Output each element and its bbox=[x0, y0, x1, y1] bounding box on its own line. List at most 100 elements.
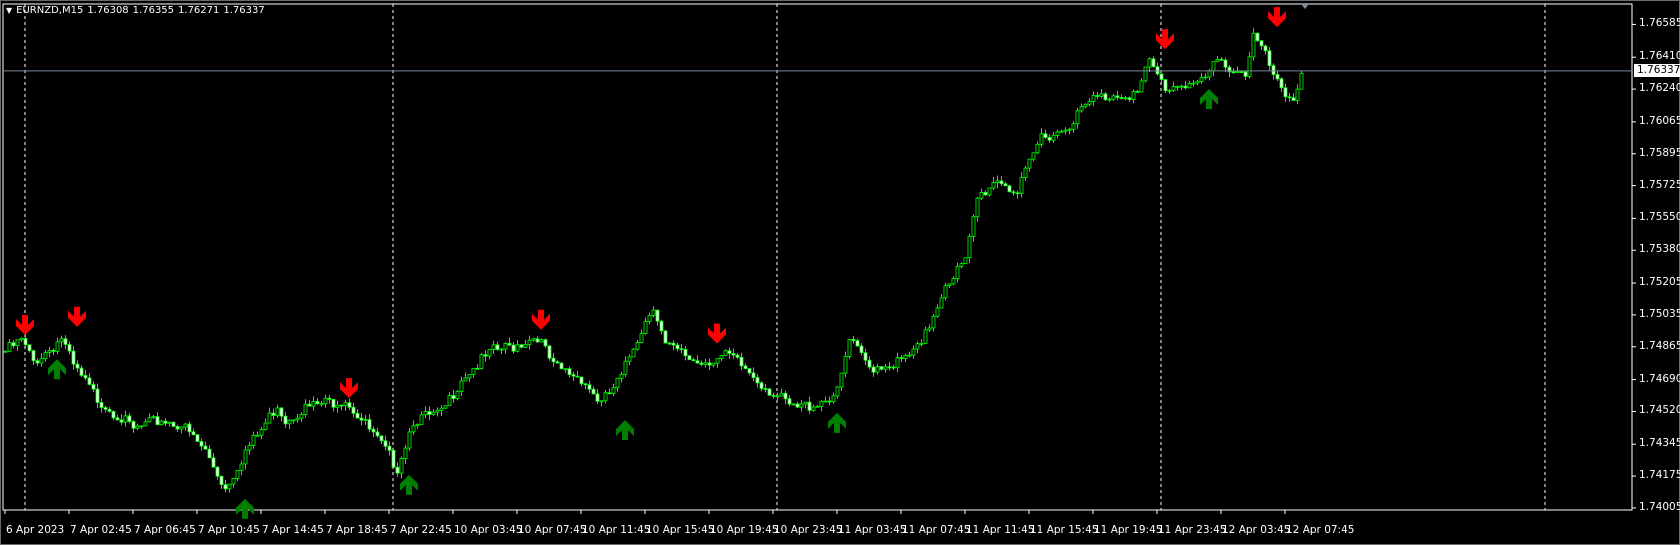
candle bbox=[943, 285, 948, 299]
candle bbox=[671, 342, 676, 346]
sell-arrow-down-icon bbox=[16, 315, 34, 336]
candle bbox=[795, 403, 800, 408]
candle bbox=[947, 283, 952, 287]
price-tick-label: 1.75895 bbox=[1639, 146, 1680, 159]
candle bbox=[191, 431, 196, 436]
candle bbox=[23, 337, 28, 346]
time-tick-label: 10 Apr 23:45 bbox=[774, 524, 843, 536]
time-tick-label: 6 Apr 2023 bbox=[6, 524, 65, 536]
close-price: 1.76337 bbox=[223, 5, 265, 16]
candle bbox=[507, 342, 512, 346]
candle bbox=[679, 348, 684, 351]
candle bbox=[931, 315, 936, 329]
buy-arrow-up-icon bbox=[400, 474, 418, 495]
candle bbox=[1047, 137, 1052, 141]
candle bbox=[1275, 74, 1280, 80]
candle bbox=[359, 417, 364, 421]
candle bbox=[1251, 32, 1256, 58]
candle bbox=[951, 278, 956, 285]
candle bbox=[459, 380, 464, 392]
candle bbox=[263, 422, 268, 430]
chart-shift-marker-icon bbox=[1301, 4, 1309, 9]
candle bbox=[15, 339, 20, 347]
candle bbox=[347, 402, 352, 408]
candle bbox=[883, 366, 888, 370]
candle bbox=[1187, 82, 1192, 89]
candle bbox=[211, 457, 216, 468]
candle bbox=[867, 359, 872, 368]
candle bbox=[1071, 123, 1076, 130]
candle bbox=[903, 354, 908, 360]
candle bbox=[295, 417, 300, 421]
candle bbox=[823, 400, 828, 403]
candle bbox=[723, 350, 728, 356]
candle bbox=[891, 366, 896, 369]
candle bbox=[967, 235, 972, 259]
candle bbox=[479, 354, 484, 369]
candle bbox=[1163, 79, 1168, 91]
candle bbox=[1263, 45, 1268, 52]
open-price: 1.76308 bbox=[87, 5, 129, 16]
candle bbox=[115, 417, 120, 421]
time-tick-label: 12 Apr 03:45 bbox=[1222, 524, 1291, 536]
candle bbox=[1015, 192, 1020, 195]
candle bbox=[763, 388, 768, 390]
price-chart[interactable] bbox=[0, 0, 1680, 545]
candle bbox=[439, 407, 444, 411]
candle bbox=[235, 470, 240, 479]
candle bbox=[1171, 86, 1176, 91]
candle bbox=[1107, 98, 1112, 101]
candle bbox=[283, 415, 288, 425]
candle bbox=[535, 338, 540, 343]
candle bbox=[615, 377, 620, 389]
time-tick-label: 11 Apr 07:45 bbox=[902, 524, 971, 536]
price-tick-label: 1.75205 bbox=[1639, 276, 1680, 289]
candle bbox=[1195, 80, 1200, 84]
candle bbox=[227, 483, 232, 490]
candle bbox=[219, 475, 224, 485]
candle bbox=[895, 357, 900, 369]
candle bbox=[1031, 152, 1036, 160]
candle bbox=[1103, 93, 1108, 101]
candle bbox=[631, 348, 636, 358]
triangle-down-icon[interactable]: ▼ bbox=[6, 6, 12, 15]
candle bbox=[983, 191, 988, 196]
candle bbox=[887, 366, 892, 369]
candle bbox=[1067, 128, 1072, 131]
candle bbox=[207, 448, 212, 459]
candle bbox=[743, 365, 748, 369]
candle bbox=[519, 344, 524, 348]
candle bbox=[915, 343, 920, 350]
candle bbox=[1295, 88, 1300, 101]
candle bbox=[147, 417, 152, 423]
time-tick-label: 12 Apr 07:45 bbox=[1286, 524, 1355, 536]
candle bbox=[667, 342, 672, 345]
candle bbox=[55, 341, 60, 352]
candle bbox=[159, 420, 164, 426]
candle bbox=[1151, 58, 1156, 68]
candle bbox=[475, 367, 480, 370]
candle bbox=[467, 374, 472, 379]
candle bbox=[379, 435, 384, 442]
candle bbox=[63, 338, 68, 345]
candle bbox=[1131, 91, 1136, 100]
candle bbox=[991, 182, 996, 189]
candle bbox=[1075, 110, 1080, 125]
candle bbox=[27, 344, 32, 352]
candle bbox=[675, 344, 680, 350]
time-tick-label: 11 Apr 11:45 bbox=[966, 524, 1035, 536]
sell-arrow-down-icon bbox=[1156, 29, 1174, 50]
candle bbox=[427, 411, 432, 415]
time-tick-label: 10 Apr 07:45 bbox=[518, 524, 587, 536]
candle bbox=[1007, 185, 1012, 193]
candle bbox=[919, 343, 924, 345]
candle bbox=[155, 416, 160, 426]
candle bbox=[59, 338, 64, 343]
chart-window[interactable]: ▼ EURNZD,M15 1.76308 1.76355 1.76271 1.7… bbox=[0, 0, 1680, 545]
candle bbox=[491, 344, 496, 350]
candle bbox=[119, 419, 124, 423]
candle bbox=[623, 360, 628, 375]
time-tick-label: 11 Apr 03:45 bbox=[838, 524, 907, 536]
price-tick-label: 1.74345 bbox=[1639, 437, 1680, 450]
buy-arrow-up-icon bbox=[236, 498, 254, 519]
